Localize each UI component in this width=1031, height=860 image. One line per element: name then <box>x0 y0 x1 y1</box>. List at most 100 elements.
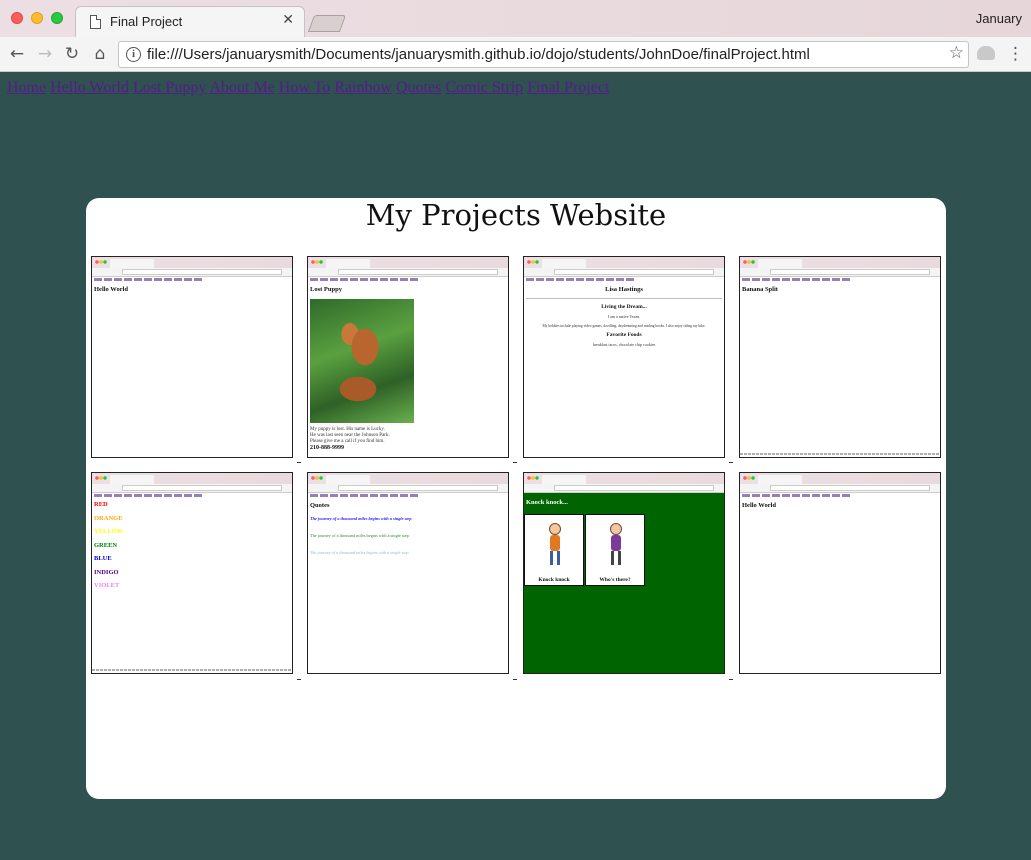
forward-icon[interactable]: → <box>34 43 56 65</box>
divider <box>526 298 722 299</box>
back-icon[interactable]: ← <box>6 43 28 65</box>
mini-nav <box>310 494 420 497</box>
thumb-heading: Lost Puppy <box>310 286 342 293</box>
link-underline <box>513 462 517 463</box>
menu-icon[interactable]: ⋮ <box>1007 43 1024 65</box>
close-window-button[interactable] <box>11 12 23 24</box>
mini-nav <box>742 494 852 497</box>
mini-browser-toolbar <box>92 268 292 277</box>
browser-titlebar: Final Project ✕ January <box>0 0 1031 37</box>
thumbnail-comic-strip[interactable]: Knock knock... Knock knock Who's there? <box>523 472 725 674</box>
rainbow-blue: BLUE <box>94 555 112 562</box>
browser-tab[interactable]: Final Project ✕ <box>75 6 305 37</box>
thumbnail-about-me[interactable]: Lisa Hastings Living the Dream... I am a… <box>523 256 725 458</box>
mini-browser-titlebar <box>740 257 940 268</box>
mini-nav <box>742 278 852 281</box>
about-name: Lisa Hastings <box>605 286 643 293</box>
mini-browser-toolbar <box>740 484 940 493</box>
comic-caption-2: Who's there? <box>599 577 631 583</box>
nav-link-home[interactable]: Home <box>7 79 46 96</box>
rainbow-violet: VIOLET <box>94 582 120 589</box>
mini-browser-titlebar <box>740 473 940 484</box>
foods-text: breakfast tacos, chocolate chip cookies <box>592 342 656 347</box>
foods-heading: Favorite Foods <box>606 332 642 338</box>
profile-name[interactable]: January <box>976 11 1022 26</box>
nav-link-rainbow[interactable]: Rainbow <box>334 79 392 96</box>
mini-browser-titlebar <box>92 257 292 268</box>
rainbow-green: GREEN <box>94 542 118 549</box>
thumb-heading: Hello World <box>94 286 129 293</box>
home-icon[interactable]: ⌂ <box>89 43 111 65</box>
thumb-heading: Banana Split <box>742 286 778 293</box>
link-underline <box>729 679 733 680</box>
link-underline <box>297 462 301 463</box>
mini-nav <box>94 278 204 281</box>
site-nav: Home Hello World Lost Puppy About Me How… <box>7 79 609 97</box>
nav-link-hello-world[interactable]: Hello World <box>50 79 129 96</box>
info-icon[interactable]: i <box>126 47 141 62</box>
mini-browser-toolbar <box>92 484 292 493</box>
thumbnail-rainbow[interactable]: RED ORANGE YELLOW GREEN BLUE INDIGO VIOL… <box>91 472 293 674</box>
star-icon[interactable]: ☆ <box>949 43 964 63</box>
extension-icon[interactable] <box>977 46 995 60</box>
nav-link-final-project[interactable]: Final Project <box>527 79 609 96</box>
address-bar[interactable]: i file:///Users/januarysmith/Documents/j… <box>118 41 969 68</box>
mini-nav <box>310 278 420 281</box>
quote-blue: The journey of a thousand miles begins w… <box>310 516 412 521</box>
mini-browser-titlebar <box>308 473 508 484</box>
page-title: My Projects Website <box>365 198 667 232</box>
link-underline <box>297 679 301 680</box>
thumbnail-final-project[interactable]: Hello World <box>739 472 941 674</box>
browser-toolbar: ← → ↻ ⌂ i file:///Users/januarysmith/Doc… <box>0 37 1031 72</box>
zoom-window-button[interactable] <box>51 12 63 24</box>
projects-card: My Projects Website Hello World Lost Pup… <box>86 198 946 799</box>
mini-statusbar <box>740 453 940 455</box>
nav-link-quotes[interactable]: Quotes <box>396 79 441 96</box>
link-underline <box>729 462 733 463</box>
mini-browser-titlebar <box>308 257 508 268</box>
reload-icon[interactable]: ↻ <box>61 43 83 65</box>
puppy-photo <box>310 299 414 423</box>
mini-nav <box>526 278 636 281</box>
nav-link-how-to[interactable]: How To <box>279 79 330 96</box>
nav-link-about-me[interactable]: About Me <box>209 79 274 96</box>
mini-statusbar <box>92 669 292 671</box>
mini-browser-titlebar <box>524 473 724 484</box>
comic-panel-1: Knock knock <box>524 514 584 586</box>
mini-browser-toolbar <box>308 484 508 493</box>
minimize-window-button[interactable] <box>31 12 43 24</box>
about-line-2: My hobbies include playing video games, … <box>542 324 706 328</box>
mini-browser-titlebar <box>524 257 724 268</box>
quote-green: The journey of a thousand miles begins w… <box>310 533 409 538</box>
mini-browser-toolbar <box>524 484 724 493</box>
tab-title: Final Project <box>110 14 183 29</box>
thumbnail-lost-puppy[interactable]: Lost Puppy My puppy is lost. His name is… <box>307 256 509 458</box>
about-line-1: I am a native Texan. <box>607 314 641 319</box>
thumbnail-hello-world[interactable]: Hello World <box>91 256 293 458</box>
thumb-heading: Hello World <box>742 502 777 509</box>
page-icon <box>90 15 101 29</box>
boy-figure <box>545 523 565 567</box>
about-subheading: Living the Dream... <box>601 304 647 310</box>
mini-browser-titlebar <box>92 473 292 484</box>
comic-panel-2: Who's there? <box>585 514 645 586</box>
girl-figure <box>606 523 626 567</box>
url-text[interactable]: file:///Users/januarysmith/Documents/jan… <box>147 46 810 63</box>
mini-browser-toolbar <box>524 268 724 277</box>
thumbnail-how-to[interactable]: Banana Split <box>739 256 941 458</box>
rainbow-red: RED <box>94 501 108 508</box>
close-tab-icon[interactable]: ✕ <box>282 12 294 28</box>
thumbnail-quotes[interactable]: Quotes The journey of a thousand miles b… <box>307 472 509 674</box>
new-tab-button[interactable] <box>307 15 347 32</box>
nav-link-lost-puppy[interactable]: Lost Puppy <box>133 79 206 96</box>
quote-lightblue: The journey of a thousand miles begins w… <box>310 550 409 555</box>
mini-nav <box>94 494 204 497</box>
comic-heading: Knock knock... <box>526 499 568 506</box>
thumb-heading: Quotes <box>310 502 330 509</box>
rainbow-orange: ORANGE <box>94 515 123 522</box>
comic-caption-1: Knock knock <box>538 577 570 583</box>
mini-browser-toolbar <box>740 268 940 277</box>
rainbow-indigo: INDIGO <box>94 569 119 576</box>
nav-link-comic-strip[interactable]: Comic Strip <box>445 79 523 96</box>
link-underline <box>513 679 517 680</box>
